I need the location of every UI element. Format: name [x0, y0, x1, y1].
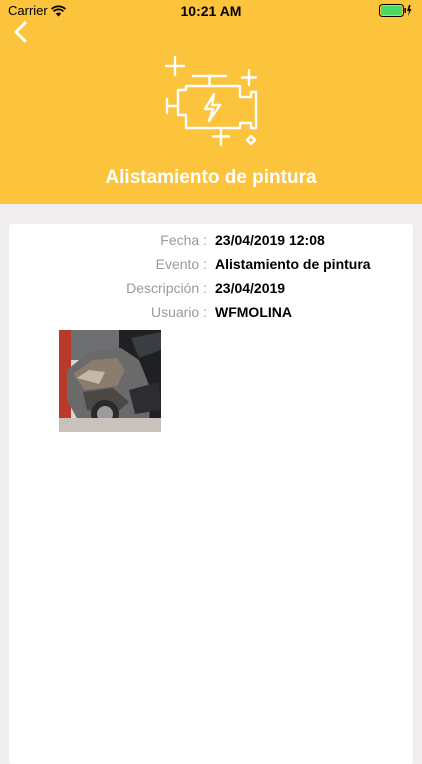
status-bar: Carrier 10:21 AM — [0, 0, 422, 22]
usuario-value: WFMOLINA — [215, 304, 292, 320]
back-chevron-icon[interactable] — [10, 20, 32, 44]
detail-row-evento: Evento : Alistamiento de pintura — [9, 256, 413, 276]
detail-card: Fecha : 23/04/2019 12:08 Evento : Alista… — [9, 224, 413, 764]
detail-row-fecha: Fecha : 23/04/2019 12:08 — [9, 232, 413, 252]
evento-value: Alistamiento de pintura — [215, 256, 371, 272]
descripcion-value: 23/04/2019 — [215, 280, 286, 296]
fecha-value: 23/04/2019 12:08 — [215, 232, 325, 248]
battery-icon — [379, 4, 412, 20]
detail-row-usuario: Usuario : WFMOLINA — [9, 304, 413, 324]
evento-label: Evento : — [155, 256, 207, 272]
fecha-label: Fecha : — [160, 232, 207, 248]
descripcion-label: Descripción : — [126, 280, 207, 296]
detail-row-descripcion: Descripción : 23/04/2019 — [9, 280, 413, 300]
page-title: Alistamiento de pintura — [105, 167, 317, 188]
usuario-label: Usuario : — [150, 304, 207, 320]
status-time: 10:21 AM — [180, 3, 242, 19]
header: Carrier 10:21 AM Alistamiento de pintura — [0, 0, 422, 204]
event-photo-thumbnail[interactable] — [59, 330, 161, 432]
engine-icon — [162, 55, 260, 152]
